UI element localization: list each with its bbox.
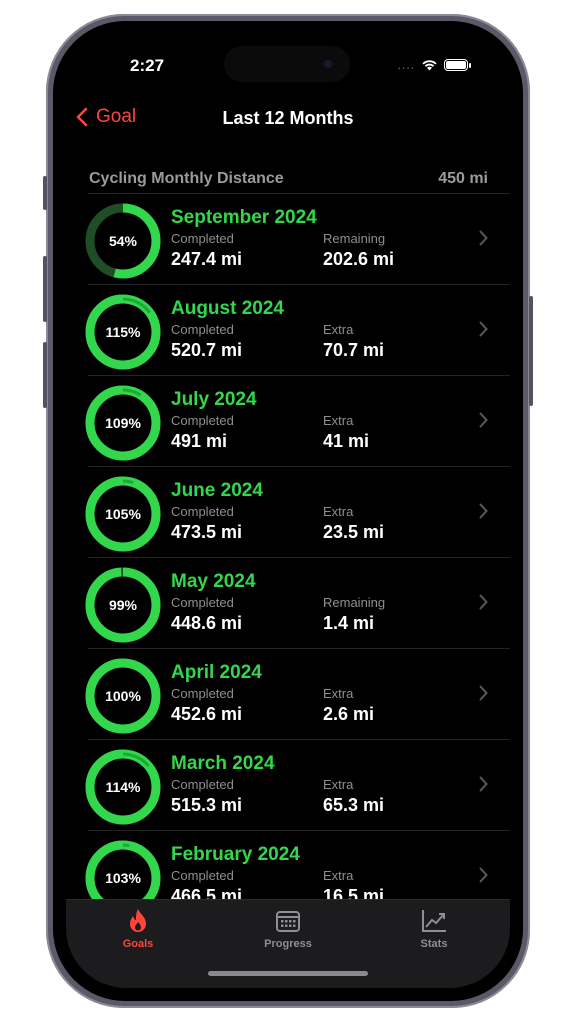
page-title: Last 12 Months xyxy=(222,108,354,128)
completed-value: 247.4 mi xyxy=(171,249,243,269)
status-time: 2:27 xyxy=(130,56,165,75)
dynamic-island xyxy=(224,46,350,82)
signal-dots: .... xyxy=(397,58,415,72)
month-title: August 2024 xyxy=(171,298,284,319)
month-title: July 2024 xyxy=(171,389,257,410)
delta-value: 1.4 mi xyxy=(323,613,375,633)
action-button xyxy=(43,176,47,210)
calendar-icon xyxy=(276,911,300,932)
tab-progress-label: Progress xyxy=(264,938,312,950)
month-title: April 2024 xyxy=(171,662,262,683)
delta-label: Extra xyxy=(323,868,354,883)
delta-value: 2.6 mi xyxy=(323,704,375,724)
completed-value: 520.7 mi xyxy=(171,340,243,360)
completed-label: Completed xyxy=(171,868,234,883)
status-icons: .... xyxy=(397,58,471,72)
chevron-right-icon xyxy=(479,412,488,428)
goal-value: 450 mi xyxy=(438,170,488,187)
month-title: March 2024 xyxy=(171,753,275,774)
month-title: June 2024 xyxy=(171,480,263,501)
tab-goals[interactable]: Goals xyxy=(88,908,188,950)
month-title: February 2024 xyxy=(171,844,300,865)
completed-label: Completed xyxy=(171,686,234,701)
chevron-right-icon xyxy=(479,594,488,610)
delta-label: Extra xyxy=(323,322,354,337)
completed-label: Completed xyxy=(171,595,234,610)
progress-percent: 99% xyxy=(108,597,138,613)
camera-icon xyxy=(324,60,332,68)
completed-value: 473.5 mi xyxy=(171,522,243,542)
delta-value: 65.3 mi xyxy=(323,795,385,815)
completed-label: Completed xyxy=(171,322,234,337)
section-header: Cycling Monthly Distance 450 mi xyxy=(89,170,488,188)
wifi-icon xyxy=(422,60,437,71)
battery-icon xyxy=(444,59,471,71)
delta-label: Remaining xyxy=(323,231,386,246)
month-row[interactable]: 109% July 2024 Completed 491 mi Extra 41 mi xyxy=(85,375,510,466)
delta-value: 70.7 mi xyxy=(323,340,385,360)
progress-percent: 115% xyxy=(105,324,141,340)
completed-label: Completed xyxy=(171,413,234,428)
delta-label: Extra xyxy=(323,777,354,792)
completed-label: Completed xyxy=(171,504,234,519)
progress-percent: 105% xyxy=(105,506,141,522)
chart-icon xyxy=(422,910,446,932)
progress-percent: 100% xyxy=(105,688,141,704)
volume-down-button xyxy=(43,342,47,408)
month-row[interactable]: 114% March 2024 Completed 515.3 mi Extra 65.3… xyxy=(85,739,510,830)
screen: 2:27 .... Goal Last 12 Months Cycling Mo… xyxy=(66,34,510,988)
month-row[interactable]: 105% June 2024 Completed 473.5 mi Extra 23.5 … xyxy=(85,466,510,557)
flame-icon xyxy=(130,909,146,932)
tab-bar: Goals Progress Stats xyxy=(66,899,510,988)
chevron-right-icon xyxy=(479,685,488,701)
chevron-right-icon xyxy=(479,321,488,337)
volume-up-button xyxy=(43,256,47,322)
month-title: May 2024 xyxy=(171,571,256,592)
completed-label: Completed xyxy=(171,231,234,246)
completed-value: 491 mi xyxy=(171,431,228,451)
month-list: 54% September 2024 Completed 247.4 mi Remain… xyxy=(66,193,510,921)
month-row[interactable]: 99% May 2024 Completed 448.6 mi Remaining 1.4… xyxy=(85,557,510,648)
month-title: September 2024 xyxy=(171,207,317,228)
delta-value: 41 mi xyxy=(323,431,370,451)
progress-percent: 109% xyxy=(105,415,141,431)
tab-goals-label: Goals xyxy=(122,938,154,950)
chevron-right-icon xyxy=(479,230,488,246)
chevron-right-icon xyxy=(479,503,488,519)
completed-value: 515.3 mi xyxy=(171,795,243,815)
delta-label: Remaining xyxy=(323,595,386,610)
month-row[interactable]: 100% April 2024 Completed 452.6 mi Extra 2.6 … xyxy=(85,648,510,739)
progress-percent: 114% xyxy=(105,779,141,795)
month-row[interactable]: 54% September 2024 Completed 247.4 mi Remain… xyxy=(85,193,510,284)
completed-label: Completed xyxy=(171,777,234,792)
month-row[interactable]: 115% August 2024 Completed 520.7 mi Extra 70.… xyxy=(85,284,510,375)
progress-percent: 54% xyxy=(108,233,138,249)
tab-stats-label: Stats xyxy=(420,938,448,950)
section-title: Cycling Monthly Distance xyxy=(89,170,284,187)
chevron-right-icon xyxy=(479,867,488,883)
delta-value: 23.5 mi xyxy=(323,522,385,542)
delta-value: 202.6 mi xyxy=(323,249,395,269)
power-button xyxy=(529,296,533,406)
tab-stats[interactable]: Stats xyxy=(384,908,484,950)
completed-value: 452.6 mi xyxy=(171,704,243,724)
delta-label: Extra xyxy=(323,413,354,428)
home-indicator[interactable] xyxy=(208,971,368,976)
delta-label: Extra xyxy=(323,504,354,519)
completed-value: 448.6 mi xyxy=(171,613,243,633)
delta-label: Extra xyxy=(323,686,354,701)
tab-progress[interactable]: Progress xyxy=(238,908,338,950)
chevron-right-icon xyxy=(479,776,488,792)
